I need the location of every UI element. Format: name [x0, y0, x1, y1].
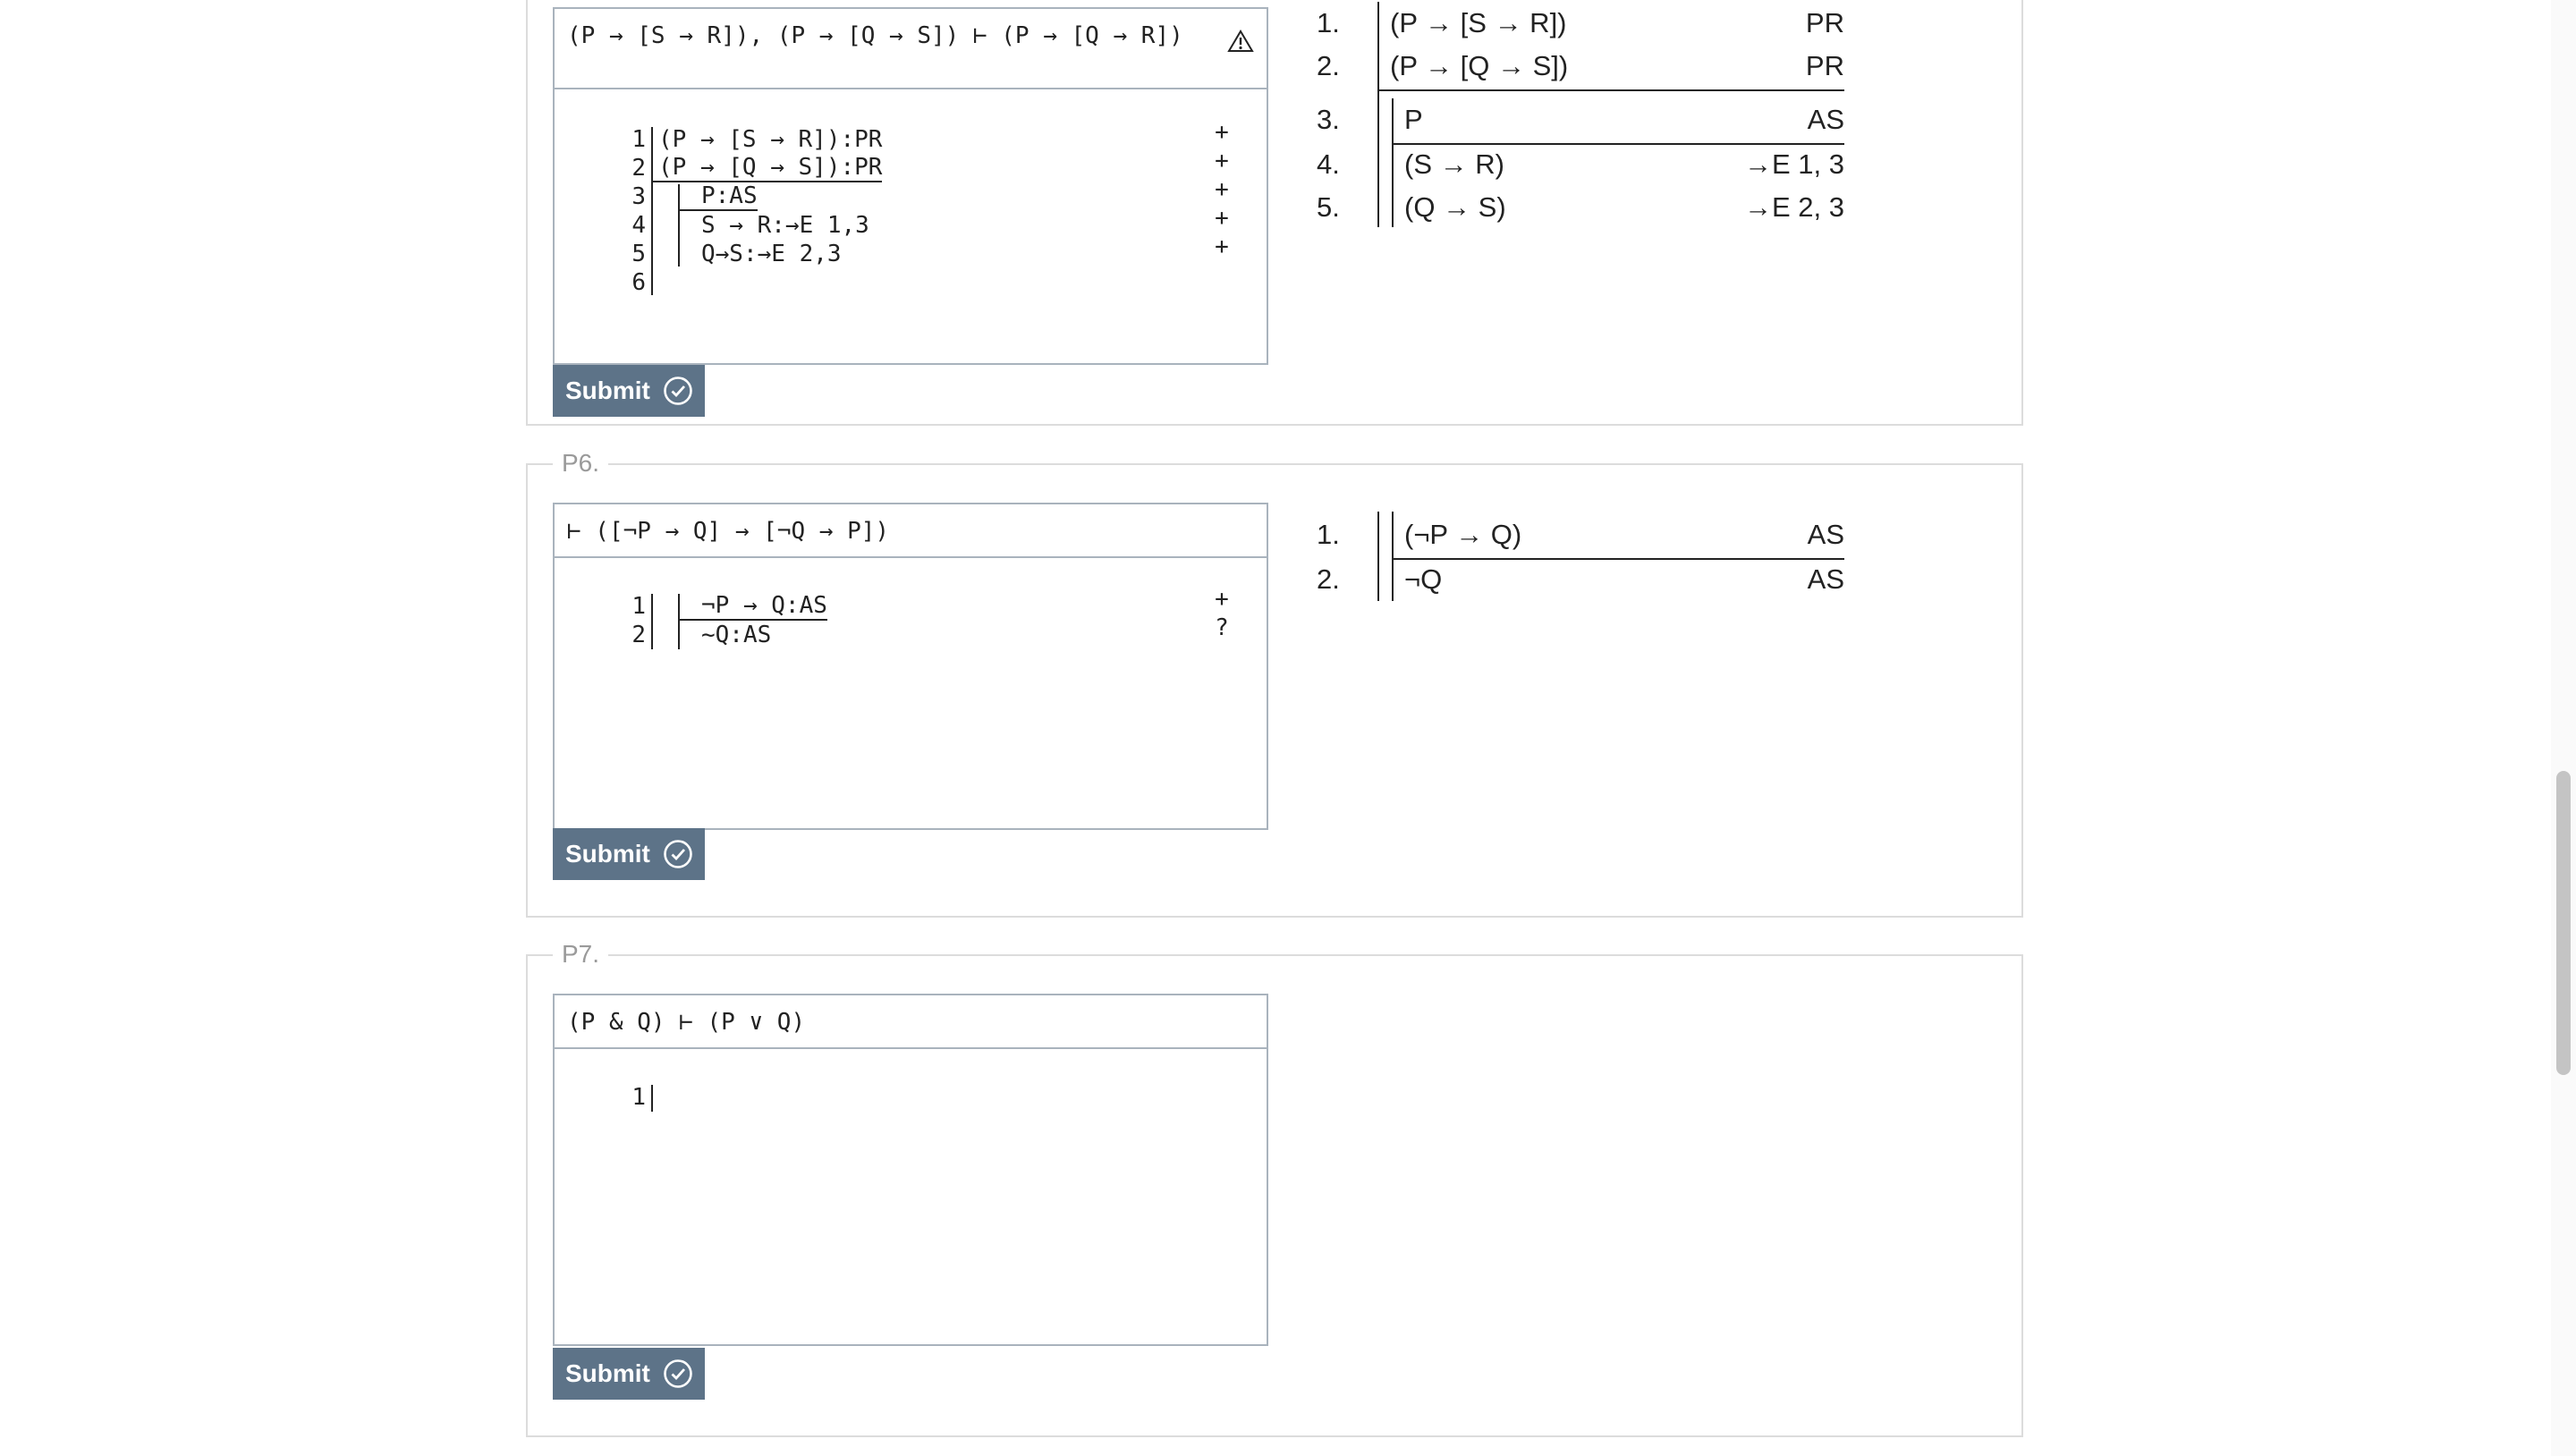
line-number: 4 [631, 212, 646, 239]
proof-justification: AS [1807, 519, 1844, 550]
goal-sequent: ⊢ ([¬P → Q] → [¬Q → P]) [555, 504, 1267, 558]
main-scope-bar [651, 594, 653, 649]
code-line[interactable]: P:AS [680, 182, 758, 211]
submit-button[interactable]: Submit [553, 828, 705, 880]
proof-line-number: 2. [1317, 50, 1340, 81]
submit-button[interactable]: Submit [553, 365, 705, 417]
problem-label: P7. [553, 940, 609, 969]
proof-row: 1. (¬P → Q) AS [1317, 513, 1844, 556]
code-line[interactable]: (P → [Q → S]):PR [653, 154, 883, 182]
proof-formula: ¬Q [1404, 563, 1443, 595]
proof-code-area[interactable]: 1 [555, 1049, 1267, 1344]
proof-formula: (Q → S) [1404, 191, 1506, 223]
proof-row: 1. (P → [S → R]) PR [1317, 2, 1844, 45]
proof-justification: AS [1807, 104, 1844, 135]
code-line[interactable]: ~Q:AS [701, 621, 771, 649]
check-circle-icon [664, 1359, 692, 1388]
proof-formula: (P → [Q → S]) [1390, 50, 1569, 81]
line-number: 2 [631, 622, 646, 648]
proof-row: 4. (S → R) →E 1, 3 [1317, 143, 1844, 186]
goal-sequent: (P & Q) ⊢ (P ∨ Q) [555, 995, 1267, 1049]
proof-line-number: 4. [1317, 148, 1340, 180]
proof-row: 5. (Q → S) →E 2, 3 [1317, 186, 1844, 229]
proof-row: 3. P AS [1317, 98, 1844, 141]
line-number: 2 [631, 155, 646, 182]
proof-line-number: 1. [1317, 7, 1340, 38]
problem-fieldset-p7: P7. (P & Q) ⊢ (P ∨ Q) 1 Submit [526, 940, 2023, 1437]
proof-row: 2. ¬Q AS [1317, 558, 1844, 601]
proof-code-area[interactable]: 1 2 3 4 5 6 (P → [S → R]):PR (P → [Q → S… [555, 89, 1267, 358]
check-circle-icon [664, 840, 692, 868]
proof-formula: (S → R) [1404, 148, 1504, 180]
proof-formula: P [1404, 104, 1423, 135]
main-scope-bar [651, 127, 653, 295]
submit-label: Submit [565, 377, 650, 404]
line-number: 1 [631, 1084, 646, 1111]
goal-text: (P & Q) ⊢ (P ∨ Q) [567, 1009, 806, 1036]
proof-justification: PR [1805, 50, 1844, 81]
goal-sequent: (P → [S → R]), (P → [Q → S]) ⊢ (P → [Q →… [555, 9, 1267, 89]
code-line[interactable]: S → R:→E 1,3 [701, 211, 869, 240]
line-status-mark: + [1215, 176, 1229, 203]
proof-justification: →E 1, 3 [1744, 148, 1844, 180]
proof-code-area[interactable]: 1 2 ¬P → Q:AS ~Q:AS + ? [555, 558, 1267, 828]
text-cursor [651, 1085, 653, 1112]
goal-text: ⊢ ([¬P → Q] → [¬Q → P]) [567, 518, 890, 545]
proof-editor[interactable]: (P & Q) ⊢ (P ∨ Q) 1 [553, 994, 1268, 1346]
line-status-mark: + [1215, 119, 1229, 146]
line-status-mark: + [1215, 586, 1229, 613]
line-status-mark: + [1215, 148, 1229, 174]
premise-divider [1377, 89, 1844, 91]
line-status-mark: + [1215, 233, 1229, 260]
proof-line-number: 3. [1317, 104, 1340, 135]
proof-justification: PR [1805, 7, 1844, 38]
proof-line-number: 5. [1317, 191, 1340, 223]
proof-line-number: 1. [1317, 519, 1340, 550]
page-scrollbar[interactable] [2551, 0, 2576, 1456]
check-circle-icon [664, 377, 692, 405]
proof-justification: →E 2, 3 [1744, 191, 1844, 223]
problem-fieldset-p6: P6. ⊢ ([¬P → Q] → [¬Q → P]) 1 2 ¬P → Q:A… [526, 449, 2023, 918]
line-number: 5 [631, 241, 646, 267]
goal-text: (P → [S → R]), (P → [Q → S]) ⊢ (P → [Q →… [567, 22, 1183, 49]
code-line[interactable]: ¬P → Q:AS [680, 592, 827, 621]
rendered-proof: 1. (¬P → Q) AS 2. ¬Q AS [1317, 508, 1844, 615]
submit-label: Submit [565, 1359, 650, 1387]
problem-label: P6. [553, 449, 609, 478]
line-number: 6 [631, 269, 646, 296]
line-number: 1 [631, 126, 646, 153]
submit-button[interactable]: Submit [553, 1348, 705, 1400]
proof-formula: (¬P → Q) [1404, 519, 1522, 550]
proof-editor[interactable]: (P → [S → R]), (P → [Q → S]) ⊢ (P → [Q →… [553, 7, 1268, 365]
line-number: 3 [631, 183, 646, 210]
proof-justification: AS [1807, 563, 1844, 595]
code-line[interactable]: (P → [S → R]):PR [658, 125, 882, 154]
warning-icon[interactable] [1227, 29, 1254, 54]
code-line[interactable]: Q→S:→E 2,3 [701, 240, 842, 268]
line-status-mark: + [1215, 205, 1229, 232]
proof-formula: (P → [S → R]) [1390, 7, 1567, 38]
proof-editor[interactable]: ⊢ ([¬P → Q] → [¬Q → P]) 1 2 ¬P → Q:AS ~Q… [553, 503, 1268, 830]
scrollbar-thumb[interactable] [2556, 771, 2571, 1075]
line-number: 1 [631, 593, 646, 620]
proof-line-number: 2. [1317, 563, 1340, 595]
proof-row: 2. (P → [Q → S]) PR [1317, 45, 1844, 88]
line-status-mark: ? [1215, 614, 1229, 641]
submit-label: Submit [565, 840, 650, 868]
problem-fieldset-p5: (P → [S → R]), (P → [Q → S]) ⊢ (P → [Q →… [526, 0, 2023, 426]
rendered-proof: 1. (P → [S → R]) PR 2. (P → [Q → S]) PR … [1317, 0, 1844, 231]
